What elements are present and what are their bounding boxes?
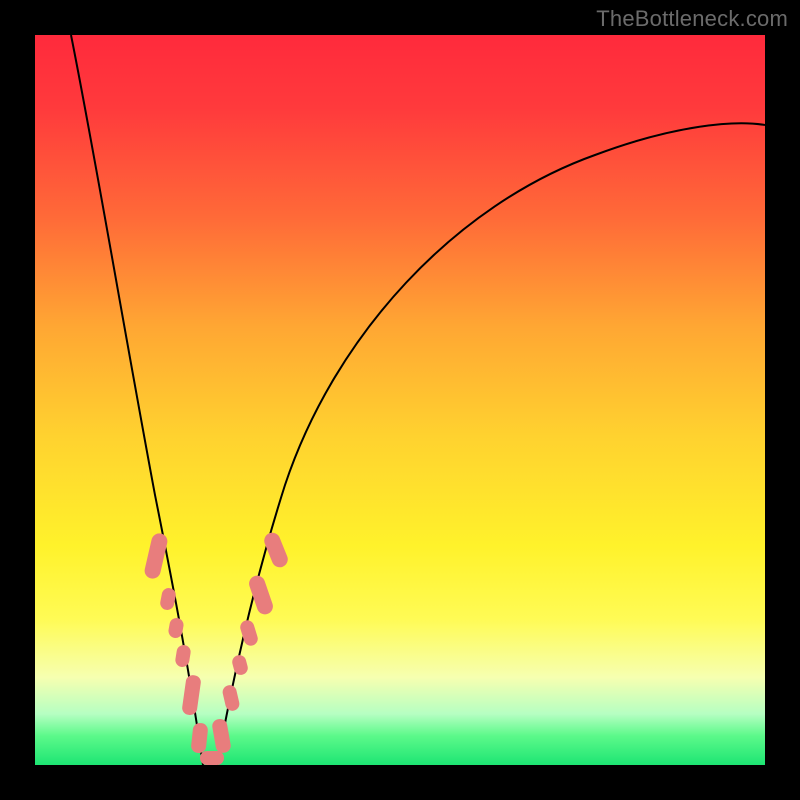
marker-capsule bbox=[211, 718, 232, 754]
marker-capsule bbox=[247, 573, 275, 616]
chart-stage: TheBottleneck.com bbox=[0, 0, 800, 800]
marker-capsule bbox=[200, 751, 224, 765]
plot-area bbox=[35, 35, 765, 765]
watermark-text: TheBottleneck.com bbox=[596, 6, 788, 32]
curves-svg bbox=[35, 35, 765, 765]
marker-capsule bbox=[190, 722, 208, 753]
marker-group bbox=[143, 530, 290, 765]
marker-capsule bbox=[174, 644, 191, 668]
marker-capsule bbox=[231, 654, 250, 677]
right-curve bbox=[217, 123, 765, 765]
marker-capsule bbox=[143, 532, 169, 580]
marker-capsule bbox=[221, 684, 240, 712]
marker-capsule bbox=[181, 674, 201, 716]
